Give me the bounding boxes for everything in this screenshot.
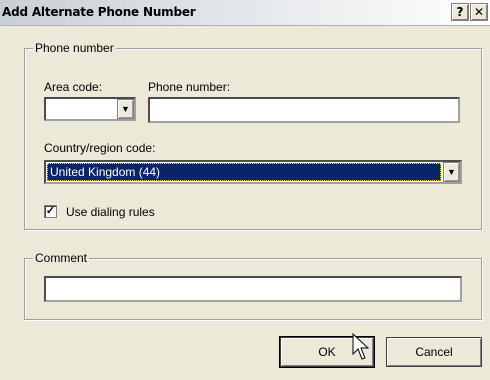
cancel-button[interactable]: Cancel — [386, 337, 482, 367]
close-icon: ✕ — [473, 5, 485, 19]
use-dialing-rules-checkbox[interactable]: ✓ — [44, 205, 57, 218]
chevron-down-icon[interactable]: ▼ — [117, 99, 134, 119]
comment-group-label: Comment — [33, 251, 90, 265]
checkmark-icon: ✓ — [45, 205, 56, 217]
mouse-pointer-icon — [352, 333, 370, 360]
phone-number-group: Phone number — [24, 41, 482, 230]
title-bar: Add Alternate Phone Number ? ✕ — [0, 0, 490, 26]
area-code-label: Area code: — [44, 80, 103, 94]
use-dialing-rules-label[interactable]: Use dialing rules — [66, 205, 155, 219]
close-button[interactable]: ✕ — [470, 3, 488, 21]
country-region-combo[interactable]: United Kingdom (44) ▼ — [44, 160, 462, 184]
phone-number-label: Phone number: — [148, 80, 231, 94]
country-value: United Kingdom (44) — [47, 163, 441, 181]
country-label: Country/region code: — [44, 141, 156, 155]
chevron-down-icon[interactable]: ▼ — [443, 162, 460, 182]
phone-number-field[interactable] — [148, 97, 460, 123]
help-button[interactable]: ? — [451, 3, 469, 21]
comment-field[interactable] — [44, 276, 462, 302]
window-title: Add Alternate Phone Number — [2, 5, 196, 19]
phone-number-group-label: Phone number — [33, 41, 116, 55]
area-code-combo[interactable]: ▼ — [44, 97, 136, 121]
